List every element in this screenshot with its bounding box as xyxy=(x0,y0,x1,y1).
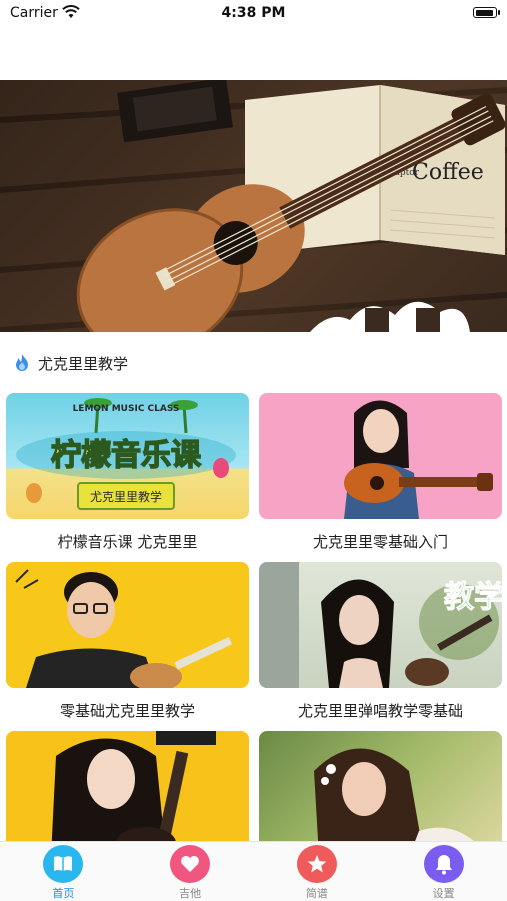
course-thumbnail xyxy=(259,393,502,519)
tab-notation[interactable]: 简谱 xyxy=(254,842,381,901)
course-title: 尤克里里弹唱教学零基础 xyxy=(297,702,463,720)
tab-home[interactable]: 首页 xyxy=(0,842,127,901)
section-header: 尤克里里教学 xyxy=(12,352,128,374)
course-title: 零基础尤克里里教学 xyxy=(59,702,195,720)
heart-icon xyxy=(170,845,211,883)
flame-icon xyxy=(16,354,28,371)
thumb-title: 柠檬音乐课 xyxy=(51,438,202,473)
section-title: 尤克里里教学 xyxy=(38,354,129,373)
bell-icon xyxy=(423,845,464,883)
tab-label: 简谱 xyxy=(305,887,328,900)
star-icon xyxy=(296,845,337,883)
tab-label: 首页 xyxy=(52,887,75,900)
book-icon xyxy=(43,845,84,883)
tab-settings[interactable]: 设置 xyxy=(380,842,507,901)
banner-carousel[interactable]: Sculptor Coffee xyxy=(0,80,507,332)
course-title: 尤克里里零基础入门 xyxy=(312,533,448,551)
clock: 4:38 PM xyxy=(221,5,286,21)
tab-guitar[interactable]: 吉他 xyxy=(127,842,254,901)
tab-label: 吉他 xyxy=(179,887,202,900)
course-thumbnail xyxy=(259,731,502,857)
course-card[interactable]: 尤克里里零基础入门 xyxy=(259,393,502,552)
tab-label: 设置 xyxy=(432,887,455,900)
thumb-title: 教学 xyxy=(444,580,502,615)
course-thumbnail: LEMON MUSIC CLASS 柠檬音乐课 尤克里里教学 xyxy=(6,393,249,519)
course-thumbnail xyxy=(6,562,249,688)
course-card[interactable]: 零基础尤克里里教学 xyxy=(6,562,249,721)
thumb-subtitle: LEMON MUSIC CLASS xyxy=(73,404,180,414)
course-thumbnail: 教学 xyxy=(259,562,502,688)
tab-bar: 首页 吉他 简谱 设置 xyxy=(0,841,507,901)
ukulele-banner-image: Sculptor Coffee xyxy=(0,80,507,332)
course-card[interactable]: LEMON MUSIC CLASS 柠檬音乐课 尤克里里教学 柠檬音乐课 尤克里… xyxy=(6,393,249,552)
course-card[interactable]: 教学 尤克里里弹唱教学零基础 xyxy=(259,562,502,721)
course-title: 柠檬音乐课 尤克里里 xyxy=(57,533,198,551)
battery-icon xyxy=(473,7,500,18)
banner-brand-big: Coffee xyxy=(412,160,484,185)
course-thumbnail xyxy=(6,731,249,857)
status-bar: Carrier 4:38 PM xyxy=(0,0,507,28)
thumb-tag: 尤克里里教学 xyxy=(90,489,162,504)
